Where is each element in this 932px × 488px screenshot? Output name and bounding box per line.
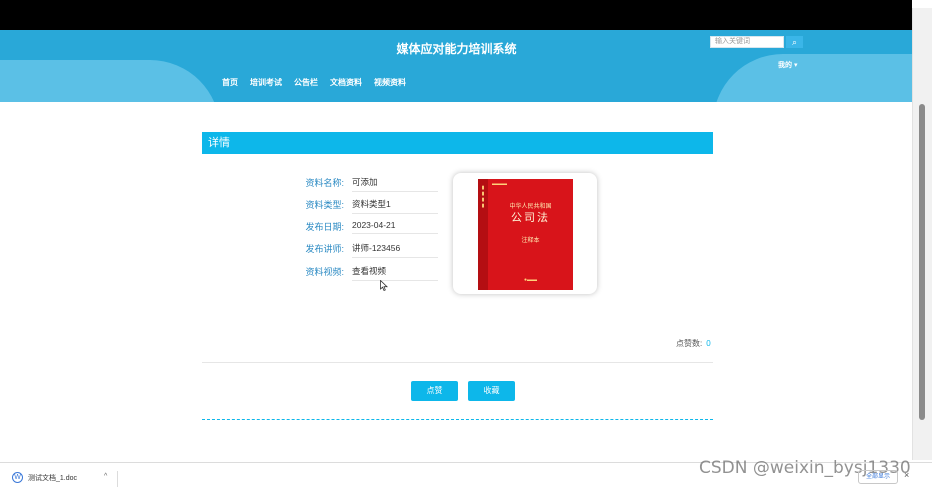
nav-announcements[interactable]: 公告栏: [294, 77, 318, 88]
book-publisher-logo: ●▬▬: [523, 277, 538, 283]
nav-videos[interactable]: 视频资料: [374, 77, 406, 88]
book-note: 注释本: [521, 238, 540, 244]
likes-count: 0: [706, 339, 711, 348]
search-input[interactable]: 输入关键词: [710, 36, 784, 48]
book-title: 公司法: [511, 211, 550, 224]
chevron-up-icon[interactable]: ^: [104, 473, 107, 480]
book-top-decoration: ▬▬▬: [492, 181, 507, 187]
search-button[interactable]: ⌕: [786, 36, 803, 48]
field-label-lecturer: 发布讲师:: [305, 244, 344, 254]
nav-home[interactable]: 首页: [222, 77, 238, 88]
browser-top-bar: [0, 0, 913, 30]
field-value-lecturer: 讲师-123456: [352, 242, 438, 258]
page-scrollbar[interactable]: [912, 0, 932, 460]
likes-counter: 点赞数: 0: [676, 338, 711, 349]
nav-documents[interactable]: 文档资料: [330, 77, 362, 88]
field-label-date: 发布日期:: [305, 222, 344, 232]
book-spine-decoration: ▮ ▮ ▮ ▮: [481, 185, 485, 209]
field-label-type: 资料类型:: [305, 200, 344, 210]
field-value-date: 2023-04-21: [352, 220, 438, 234]
field-label-name: 资料名称:: [305, 178, 344, 188]
field-value-video-link[interactable]: 查看视频: [352, 265, 438, 281]
scrollbar-thumb[interactable]: [919, 104, 925, 420]
header-wave-left: [0, 60, 220, 102]
detail-section-title: 详情: [202, 132, 713, 154]
download-item[interactable]: W 测试文档_1.doc ^: [10, 471, 118, 487]
search-icon: ⌕: [791, 37, 798, 47]
divider: [202, 362, 713, 363]
site-header: 媒体应对能力培训系统 首页 培训考试 公告栏 文档资料 视频资料 输入关键词 ⌕…: [0, 30, 913, 102]
scrollbar-corner: [912, 0, 932, 8]
mouse-pointer-icon: [380, 280, 388, 291]
dashed-divider: [202, 419, 713, 420]
field-label-video: 资料视频:: [305, 267, 344, 277]
user-menu[interactable]: 我的 ▾: [778, 60, 797, 70]
document-icon: W: [12, 472, 23, 483]
header-wave-right: [713, 54, 913, 102]
book-cover-image: ▮ ▮ ▮ ▮ ▬▬▬ 中华人民共和国 公司法 注释本 ●▬▬: [478, 179, 573, 290]
field-value-type: 资料类型1: [352, 198, 438, 214]
like-button[interactable]: 点赞: [411, 381, 458, 401]
download-file-name: 测试文档_1.doc: [28, 475, 78, 482]
likes-label: 点赞数:: [676, 339, 703, 348]
close-icon[interactable]: ×: [904, 470, 909, 480]
field-value-name: 可添加: [352, 176, 438, 192]
show-all-downloads-button[interactable]: 全部显示: [858, 470, 898, 484]
nav-training-exam[interactable]: 培训考试: [250, 77, 282, 88]
favorite-button[interactable]: 收藏: [468, 381, 515, 401]
main-nav: 首页 培训考试 公告栏 文档资料 视频资料: [222, 77, 406, 88]
